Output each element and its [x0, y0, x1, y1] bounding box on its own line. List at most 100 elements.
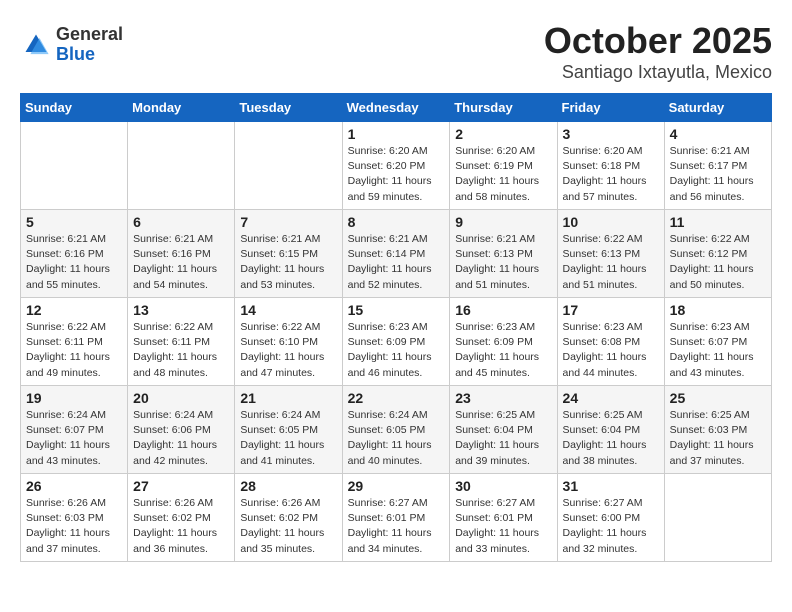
- day-number: 7: [240, 214, 336, 230]
- calendar-cell: 7 Sunrise: 6:21 AM Sunset: 6:15 PM Daylig…: [235, 210, 342, 298]
- day-number: 21: [240, 390, 336, 406]
- day-info: Sunrise: 6:23 AM Sunset: 6:09 PM Dayligh…: [455, 320, 551, 381]
- day-number: 18: [670, 302, 766, 318]
- day-info: Sunrise: 6:20 AM Sunset: 6:19 PM Dayligh…: [455, 144, 551, 205]
- day-of-week-wednesday: Wednesday: [342, 94, 450, 122]
- calendar-cell: 13 Sunrise: 6:22 AM Sunset: 6:11 PM Dayli…: [128, 298, 235, 386]
- calendar-cell: 9 Sunrise: 6:21 AM Sunset: 6:13 PM Daylig…: [450, 210, 557, 298]
- calendar-cell: 29 Sunrise: 6:27 AM Sunset: 6:01 PM Dayli…: [342, 474, 450, 562]
- day-of-week-monday: Monday: [128, 94, 235, 122]
- calendar-cell: 4Sunrise: 6:21 AM Sunset: 6:17 PM Daylig…: [664, 122, 771, 210]
- day-info: Sunrise: 6:25 AM Sunset: 6:04 PM Dayligh…: [563, 408, 659, 469]
- calendar-cell: 28 Sunrise: 6:26 AM Sunset: 6:02 PM Dayli…: [235, 474, 342, 562]
- calendar-cell: 30Sunrise: 6:27 AM Sunset: 6:01 PM Dayli…: [450, 474, 557, 562]
- calendar-cell: 31 Sunrise: 6:27 AM Sunset: 6:00 PM Dayli…: [557, 474, 664, 562]
- logo-icon: [22, 31, 50, 59]
- logo-general: General: [56, 25, 123, 45]
- day-number: 5: [26, 214, 122, 230]
- day-info: Sunrise: 6:21 AM Sunset: 6:14 PM Dayligh…: [348, 232, 445, 293]
- day-info: Sunrise: 6:22 AM Sunset: 6:13 PM Dayligh…: [563, 232, 659, 293]
- day-of-week-thursday: Thursday: [450, 94, 557, 122]
- day-info: Sunrise: 6:22 AM Sunset: 6:11 PM Dayligh…: [26, 320, 122, 381]
- day-number: 12: [26, 302, 122, 318]
- day-info: Sunrise: 6:26 AM Sunset: 6:02 PM Dayligh…: [240, 496, 336, 557]
- day-number: 2: [455, 126, 551, 142]
- day-number: 17: [563, 302, 659, 318]
- calendar-cell: 18 Sunrise: 6:23 AM Sunset: 6:07 PM Dayli…: [664, 298, 771, 386]
- calendar-cell: 2 Sunrise: 6:20 AM Sunset: 6:19 PM Daylig…: [450, 122, 557, 210]
- calendar-cell: 20 Sunrise: 6:24 AM Sunset: 6:06 PM Dayli…: [128, 386, 235, 474]
- day-info: Sunrise: 6:21 AM Sunset: 6:13 PM Dayligh…: [455, 232, 551, 293]
- header-row: SundayMondayTuesdayWednesdayThursdayFrid…: [21, 94, 772, 122]
- page-header: General Blue October 2025 Santiago Ixtay…: [20, 20, 772, 83]
- day-number: 28: [240, 478, 336, 494]
- logo: General Blue: [20, 25, 123, 65]
- day-info: Sunrise: 6:21 AM Sunset: 6:16 PM Dayligh…: [133, 232, 229, 293]
- day-info: Sunrise: 6:26 AM Sunset: 6:02 PM Dayligh…: [133, 496, 229, 557]
- calendar-cell: 5 Sunrise: 6:21 AM Sunset: 6:16 PM Daylig…: [21, 210, 128, 298]
- day-info: Sunrise: 6:23 AM Sunset: 6:07 PM Dayligh…: [670, 320, 766, 381]
- calendar-week-3: 12 Sunrise: 6:22 AM Sunset: 6:11 PM Dayli…: [21, 298, 772, 386]
- day-number: 23: [455, 390, 551, 406]
- calendar: SundayMondayTuesdayWednesdayThursdayFrid…: [20, 93, 772, 562]
- day-number: 27: [133, 478, 229, 494]
- day-info: Sunrise: 6:27 AM Sunset: 6:01 PM Dayligh…: [348, 496, 445, 557]
- calendar-cell: 19Sunrise: 6:24 AM Sunset: 6:07 PM Dayli…: [21, 386, 128, 474]
- day-info: Sunrise: 6:26 AM Sunset: 6:03 PM Dayligh…: [26, 496, 122, 557]
- calendar-cell: 27 Sunrise: 6:26 AM Sunset: 6:02 PM Dayli…: [128, 474, 235, 562]
- calendar-cell: [664, 474, 771, 562]
- calendar-cell: 21 Sunrise: 6:24 AM Sunset: 6:05 PM Dayli…: [235, 386, 342, 474]
- calendar-cell: 8 Sunrise: 6:21 AM Sunset: 6:14 PM Daylig…: [342, 210, 450, 298]
- day-info: Sunrise: 6:20 AM Sunset: 6:20 PM Dayligh…: [348, 144, 445, 205]
- day-info: Sunrise: 6:27 AM Sunset: 6:00 PM Dayligh…: [563, 496, 659, 557]
- day-number: 15: [348, 302, 445, 318]
- calendar-week-4: 19Sunrise: 6:24 AM Sunset: 6:07 PM Dayli…: [21, 386, 772, 474]
- calendar-cell: 15Sunrise: 6:23 AM Sunset: 6:09 PM Dayli…: [342, 298, 450, 386]
- day-number: 9: [455, 214, 551, 230]
- day-info: Sunrise: 6:21 AM Sunset: 6:17 PM Dayligh…: [670, 144, 766, 205]
- day-info: Sunrise: 6:25 AM Sunset: 6:03 PM Dayligh…: [670, 408, 766, 469]
- day-info: Sunrise: 6:21 AM Sunset: 6:16 PM Dayligh…: [26, 232, 122, 293]
- calendar-cell: 17 Sunrise: 6:23 AM Sunset: 6:08 PM Dayli…: [557, 298, 664, 386]
- day-number: 11: [670, 214, 766, 230]
- day-info: Sunrise: 6:25 AM Sunset: 6:04 PM Dayligh…: [455, 408, 551, 469]
- calendar-cell: 26 Sunrise: 6:26 AM Sunset: 6:03 PM Dayli…: [21, 474, 128, 562]
- calendar-week-1: 1 Sunrise: 6:20 AM Sunset: 6:20 PM Daylig…: [21, 122, 772, 210]
- day-number: 29: [348, 478, 445, 494]
- calendar-cell: 22Sunrise: 6:24 AM Sunset: 6:05 PM Dayli…: [342, 386, 450, 474]
- day-of-week-tuesday: Tuesday: [235, 94, 342, 122]
- calendar-cell: 16Sunrise: 6:23 AM Sunset: 6:09 PM Dayli…: [450, 298, 557, 386]
- logo-text: General Blue: [56, 25, 123, 65]
- calendar-cell: 10Sunrise: 6:22 AM Sunset: 6:13 PM Dayli…: [557, 210, 664, 298]
- day-number: 14: [240, 302, 336, 318]
- day-info: Sunrise: 6:21 AM Sunset: 6:15 PM Dayligh…: [240, 232, 336, 293]
- day-info: Sunrise: 6:24 AM Sunset: 6:07 PM Dayligh…: [26, 408, 122, 469]
- day-of-week-saturday: Saturday: [664, 94, 771, 122]
- day-info: Sunrise: 6:22 AM Sunset: 6:11 PM Dayligh…: [133, 320, 229, 381]
- day-info: Sunrise: 6:24 AM Sunset: 6:05 PM Dayligh…: [348, 408, 445, 469]
- calendar-cell: 3Sunrise: 6:20 AM Sunset: 6:18 PM Daylig…: [557, 122, 664, 210]
- day-info: Sunrise: 6:24 AM Sunset: 6:06 PM Dayligh…: [133, 408, 229, 469]
- calendar-header: SundayMondayTuesdayWednesdayThursdayFrid…: [21, 94, 772, 122]
- location-title: Santiago Ixtayutla, Mexico: [544, 62, 772, 83]
- logo-blue: Blue: [56, 45, 123, 65]
- day-number: 31: [563, 478, 659, 494]
- day-info: Sunrise: 6:22 AM Sunset: 6:12 PM Dayligh…: [670, 232, 766, 293]
- day-number: 26: [26, 478, 122, 494]
- day-info: Sunrise: 6:24 AM Sunset: 6:05 PM Dayligh…: [240, 408, 336, 469]
- day-number: 20: [133, 390, 229, 406]
- month-title: October 2025: [544, 20, 772, 62]
- calendar-cell: 11 Sunrise: 6:22 AM Sunset: 6:12 PM Dayli…: [664, 210, 771, 298]
- day-info: Sunrise: 6:23 AM Sunset: 6:08 PM Dayligh…: [563, 320, 659, 381]
- calendar-cell: [21, 122, 128, 210]
- calendar-cell: 6 Sunrise: 6:21 AM Sunset: 6:16 PM Daylig…: [128, 210, 235, 298]
- calendar-cell: 12 Sunrise: 6:22 AM Sunset: 6:11 PM Dayli…: [21, 298, 128, 386]
- day-number: 6: [133, 214, 229, 230]
- day-of-week-sunday: Sunday: [21, 94, 128, 122]
- day-number: 8: [348, 214, 445, 230]
- day-number: 13: [133, 302, 229, 318]
- calendar-body: 1 Sunrise: 6:20 AM Sunset: 6:20 PM Daylig…: [21, 122, 772, 562]
- day-number: 1: [348, 126, 445, 142]
- calendar-week-2: 5 Sunrise: 6:21 AM Sunset: 6:16 PM Daylig…: [21, 210, 772, 298]
- title-section: October 2025 Santiago Ixtayutla, Mexico: [544, 20, 772, 83]
